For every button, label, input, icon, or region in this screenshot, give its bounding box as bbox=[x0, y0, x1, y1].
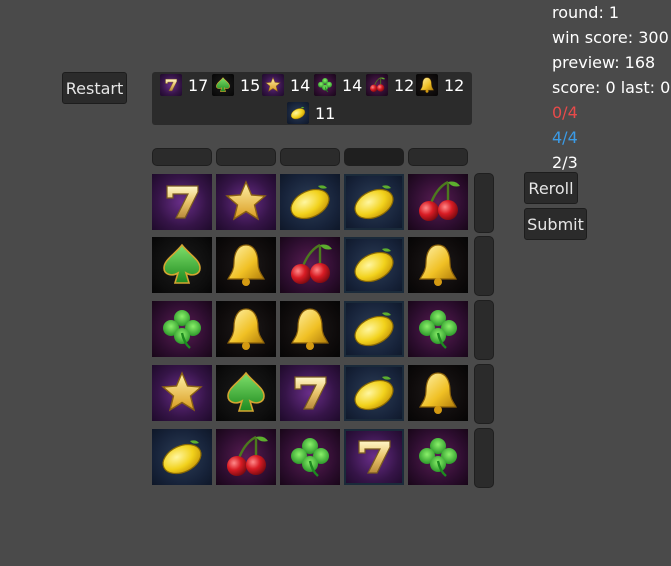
win-score-label: win score: 300 bbox=[552, 28, 669, 47]
symbol-count: 11 bbox=[287, 102, 335, 124]
column-hold-toggle[interactable] bbox=[280, 148, 340, 166]
row-hold-toggle[interactable] bbox=[474, 300, 494, 360]
slot-cell-clover[interactable] bbox=[408, 301, 468, 357]
slot-cell-spade[interactable] bbox=[152, 237, 212, 293]
clover-icon bbox=[314, 74, 336, 96]
symbol-count-panel: 17 15 14 14 12 12 11 bbox=[152, 72, 472, 125]
slot-cell-bell[interactable] bbox=[216, 237, 276, 293]
slot-cell-lemon[interactable] bbox=[152, 429, 212, 485]
lemon-icon bbox=[287, 102, 309, 124]
slot-cell-lemon[interactable] bbox=[344, 365, 404, 421]
blue-counter: 4/4 bbox=[552, 128, 578, 147]
slot-cell-bell[interactable] bbox=[280, 301, 340, 357]
slot-cell-bell[interactable] bbox=[408, 365, 468, 421]
preview-label: preview: 168 bbox=[552, 53, 656, 72]
slot-cell-star[interactable] bbox=[216, 174, 276, 230]
symbol-count: 15 bbox=[212, 74, 260, 96]
slot-cell-cherry[interactable] bbox=[216, 429, 276, 485]
slot-cell-lemon[interactable] bbox=[344, 301, 404, 357]
column-hold-toggle[interactable] bbox=[152, 148, 212, 166]
symbol-count-value: 17 bbox=[188, 75, 209, 95]
slot-cell-lemon[interactable] bbox=[344, 237, 404, 293]
symbol-count-value: 12 bbox=[394, 75, 415, 95]
slot-cell-clover[interactable] bbox=[280, 429, 340, 485]
symbol-count: 12 bbox=[416, 74, 464, 96]
symbol-count-value: 15 bbox=[240, 75, 261, 95]
slot-cell-cherry[interactable] bbox=[408, 174, 468, 230]
slot-cell-lemon[interactable] bbox=[344, 174, 404, 230]
slot-cell-clover[interactable] bbox=[408, 429, 468, 485]
slot-cell-seven[interactable] bbox=[344, 429, 404, 485]
column-hold-toggle[interactable] bbox=[408, 148, 468, 166]
slot-cell-star[interactable] bbox=[152, 365, 212, 421]
symbol-count: 14 bbox=[262, 74, 310, 96]
row-hold-toggle[interactable] bbox=[474, 173, 494, 233]
round-label: round: 1 bbox=[552, 3, 620, 22]
slot-cell-lemon[interactable] bbox=[280, 174, 340, 230]
symbol-count-value: 11 bbox=[315, 103, 336, 123]
slot-cell-seven[interactable] bbox=[280, 365, 340, 421]
slot-cell-bell[interactable] bbox=[216, 301, 276, 357]
symbol-count-value: 14 bbox=[342, 75, 363, 95]
column-hold-toggle[interactable] bbox=[216, 148, 276, 166]
slot-cell-seven[interactable] bbox=[152, 174, 212, 230]
bell-icon bbox=[416, 74, 438, 96]
symbol-count: 17 bbox=[160, 74, 208, 96]
slot-cell-bell[interactable] bbox=[408, 237, 468, 293]
column-hold-toggle[interactable] bbox=[344, 148, 404, 166]
slot-cell-spade[interactable] bbox=[216, 365, 276, 421]
score-label: score: 0 last: 0 bbox=[552, 78, 671, 97]
spade-icon bbox=[212, 74, 234, 96]
slot-cell-cherry[interactable] bbox=[280, 237, 340, 293]
seven-icon bbox=[160, 74, 182, 96]
stats-panel: round: 1 win score: 300 preview: 168 sco… bbox=[552, 0, 670, 175]
submit-button[interactable]: Submit bbox=[524, 208, 587, 240]
star-icon bbox=[262, 74, 284, 96]
symbol-count-value: 14 bbox=[290, 75, 311, 95]
restart-button[interactable]: Restart bbox=[62, 72, 127, 104]
reroll-button[interactable]: Reroll bbox=[524, 172, 578, 204]
slot-cell-clover[interactable] bbox=[152, 301, 212, 357]
cherry-icon bbox=[366, 74, 388, 96]
red-counter: 0/4 bbox=[552, 103, 578, 122]
symbol-count: 14 bbox=[314, 74, 362, 96]
symbol-count: 12 bbox=[366, 74, 414, 96]
row-hold-toggle[interactable] bbox=[474, 428, 494, 488]
row-hold-toggle[interactable] bbox=[474, 236, 494, 296]
symbol-count-value: 12 bbox=[444, 75, 465, 95]
row-hold-toggle[interactable] bbox=[474, 364, 494, 424]
